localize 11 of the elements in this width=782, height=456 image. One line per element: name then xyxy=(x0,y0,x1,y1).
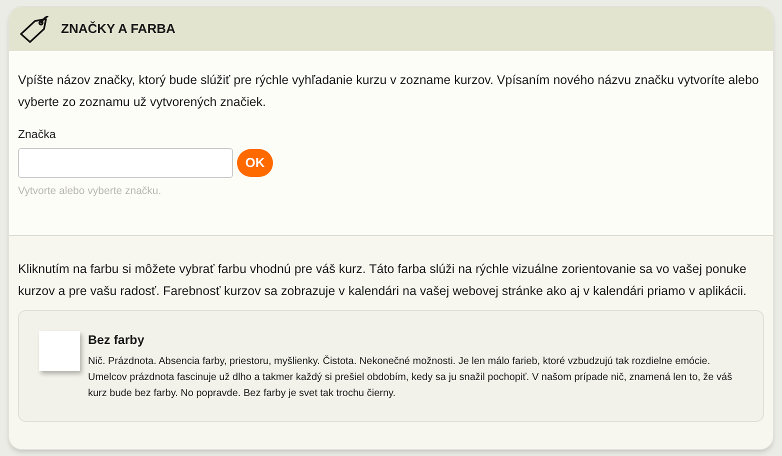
tag-icon xyxy=(19,15,49,43)
intro-text: Vpíšte názov značky, ktorý bude slúžiť pre rýchle vyhľadanie kurzu v zozname kurzov. Vpísaním nového názvu značku vytvoríte alebo vyberte zo zoznamu už vytvorených značiek. xyxy=(18,72,760,111)
color-intro-text: Kliknutím na farbu si môžete vybrať farbu vhodnú pre váš kurz. Táto farba slúži na rýchle vizuálne zorientovanie sa vo vašej ponuke kurzov a pre vašu radosť. Farebnosť kurzov sa zobrazuje v kalendári na vašej webovej stránke ako aj v kalendári priamo v aplikácii. xyxy=(18,261,748,300)
tag-input-field[interactable] xyxy=(18,148,233,178)
color-description: Nič. Prázdnota. Absencia farby, priestoru, myšlienky. Čistota. Nekonečné možnosti. Je len málo farieb, ktoré vzbudzujú tak rozdielne emócie. Umelcov prázdnota fascinuje už dlho a takmer každý si prešiel obdobím, kedy sa ju snažil pochopiť. V našom prípade nič, znamená len to, že váš kurz bude bez farby. No popravde. Bez farby je svet tak trochu čierny. xyxy=(88,354,734,401)
color-name: Bez farby xyxy=(88,332,144,349)
color-option-card[interactable] xyxy=(18,310,764,422)
ok-button[interactable]: OK xyxy=(237,149,273,177)
panel-title: ZNAČKY A FARBA xyxy=(61,20,176,38)
hint-text: Vytvorte alebo vyberte značku. xyxy=(18,184,162,199)
field-label: Značka xyxy=(18,128,56,143)
